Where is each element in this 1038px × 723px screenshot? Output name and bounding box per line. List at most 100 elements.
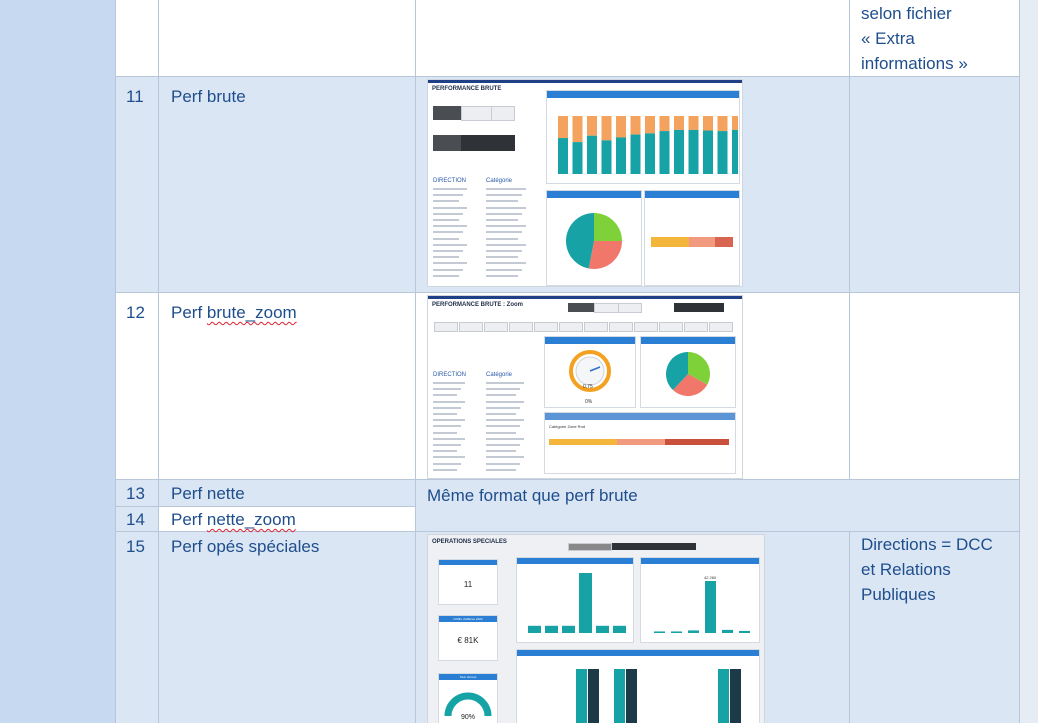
bar-segment-teal (645, 133, 655, 174)
list-item (433, 462, 461, 465)
list-item (486, 250, 522, 252)
list-item (433, 268, 463, 271)
kpi-card: 11 (438, 559, 498, 605)
trend-segment (549, 439, 617, 445)
pie-slice (566, 213, 594, 269)
bar-segment-teal (688, 129, 699, 174)
filter-button (674, 303, 724, 312)
trend-segment (689, 237, 715, 247)
list-item (433, 219, 459, 221)
list-item (433, 400, 465, 403)
list-item (486, 419, 524, 422)
report-table: selon fichier « Extra informations » 11 … (115, 0, 1020, 723)
list-item (486, 274, 518, 277)
bar-segment-teal (616, 137, 626, 174)
gauge-chart (569, 350, 611, 392)
bar-segment-teal (674, 129, 684, 174)
bar (688, 630, 699, 633)
bar (614, 669, 625, 723)
bar-segment-teal (659, 131, 670, 174)
filter-button (433, 106, 461, 120)
pie-slice (594, 213, 622, 241)
list-item (486, 243, 526, 246)
month-button (434, 322, 458, 332)
trend-segment (715, 237, 733, 247)
bar-segment-teal (601, 140, 612, 174)
bar-segment-teal (587, 135, 597, 174)
list-item (433, 243, 467, 246)
kpi-card: Chiffre d'affaires 2023 € 81K (438, 615, 498, 661)
bar-segment-orange (645, 116, 655, 134)
gauge-value: 0,75 (583, 384, 593, 390)
gauge-percent: 0% (585, 399, 593, 405)
bar (718, 669, 729, 723)
bar-segment-orange (688, 116, 699, 130)
table-row: 12 Perf brute_zoom PERFORMANCE BRUTE : Z… (115, 292, 1020, 480)
bar (545, 625, 558, 633)
performance-pie-panel (640, 336, 736, 408)
volumes-chart-panel (516, 557, 634, 643)
filter-button (568, 303, 594, 312)
bar (579, 573, 592, 633)
list-item (433, 194, 463, 197)
list-item (433, 231, 463, 234)
list-item (486, 413, 516, 415)
filter-button (568, 543, 612, 551)
list-item (486, 268, 522, 271)
left-margin (0, 0, 115, 723)
row-name: Perf brute (171, 87, 246, 106)
list-item (433, 456, 465, 459)
list-item (486, 450, 516, 453)
bar-segment-teal (572, 142, 583, 174)
bar (654, 631, 665, 633)
list-item (433, 274, 459, 277)
bar-chart (576, 669, 741, 723)
month-button (609, 322, 633, 332)
month-button (634, 322, 658, 332)
list-item (433, 450, 457, 453)
bar-segment-teal (732, 129, 738, 174)
list-item (433, 413, 457, 415)
bar-segment-teal (717, 131, 728, 174)
list-item (486, 219, 518, 221)
list-item (486, 212, 522, 215)
list-item (433, 225, 467, 228)
bar (576, 669, 587, 723)
list-item (486, 256, 518, 259)
bar (739, 630, 750, 633)
trend-segment (665, 439, 729, 445)
trend-category-label: Catégorie Zone Rnd (549, 424, 586, 429)
bar-chart (528, 573, 626, 633)
category-filter-label: Catégorie (486, 178, 513, 184)
row-number: 12 (126, 303, 145, 322)
list-item (433, 419, 465, 422)
list-item (486, 231, 522, 234)
bar-segment-orange (717, 116, 728, 132)
dashboard-thumbnail-operations-speciales: OPERATIONS SPECIALES 11 Chiffre d'affair… (427, 534, 765, 723)
kpi-card: Taux d'envoi 90% (438, 673, 498, 723)
bar-segment-orange (601, 116, 612, 141)
bar (730, 669, 741, 723)
bar-segment-orange (587, 116, 597, 136)
row-name: Perf brute_zoom (171, 303, 297, 322)
list-item (486, 225, 526, 228)
bar-segment-teal (703, 130, 713, 174)
pie-slice (588, 241, 622, 269)
filter-button (433, 135, 461, 151)
list-item (486, 462, 520, 465)
kpi-card-label: Taux d'envoi (459, 675, 477, 679)
list-item (486, 431, 516, 434)
list-item (433, 382, 465, 384)
list-item (486, 388, 520, 391)
list-item (486, 200, 518, 203)
list-item (486, 406, 520, 409)
bar-segment-orange (703, 116, 713, 131)
month-button (584, 322, 608, 332)
month-button (684, 322, 708, 332)
list-item (486, 425, 520, 428)
right-margin (1019, 0, 1038, 723)
month-button (484, 322, 508, 332)
kpi-stacked-chart (546, 90, 740, 184)
list-item (433, 200, 459, 203)
pie-chart (566, 213, 622, 269)
